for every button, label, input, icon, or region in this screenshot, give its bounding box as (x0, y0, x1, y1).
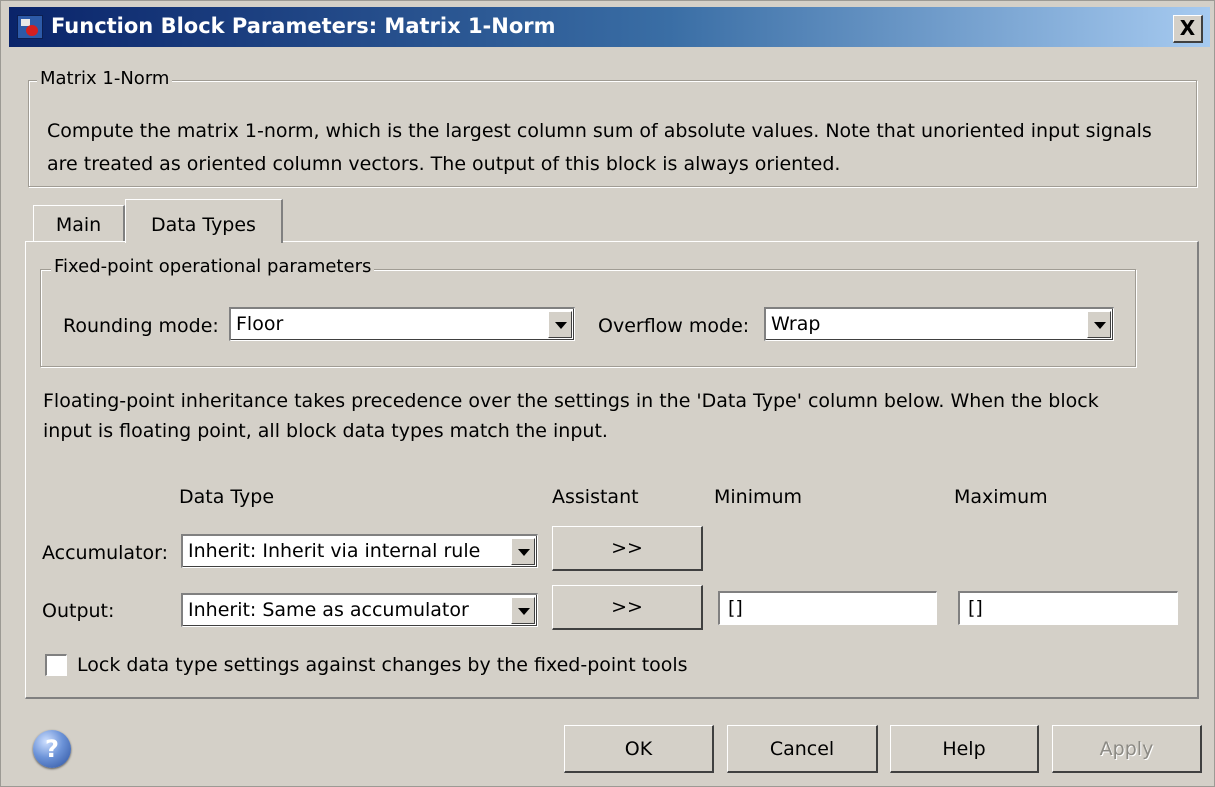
output-dropdown-arrow[interactable] (511, 597, 535, 624)
output-minimum-value: [] (728, 597, 743, 619)
rounding-mode-select[interactable]: Floor (229, 307, 575, 341)
simulink-app-icon (17, 15, 43, 39)
ok-button[interactable]: OK (564, 725, 714, 773)
accumulator-data-type-select[interactable]: Inherit: Inherit via internal rule (181, 534, 538, 568)
accumulator-label: Accumulator: (42, 542, 169, 564)
cancel-button[interactable]: Cancel (727, 725, 878, 773)
window-title: Function Block Parameters: Matrix 1-Norm (51, 14, 556, 38)
lock-data-type-label[interactable]: Lock data type settings against changes … (77, 654, 688, 676)
accumulator-assistant-button[interactable]: >> (552, 526, 703, 571)
overflow-mode-value: Wrap (771, 313, 821, 335)
output-maximum-input[interactable]: [] (958, 591, 1178, 625)
column-header-maximum: Maximum (954, 486, 1048, 508)
description-group-legend: Matrix 1-Norm (37, 68, 173, 89)
lock-data-type-checkbox[interactable] (45, 654, 67, 676)
chevron-down-icon (555, 322, 567, 329)
output-data-type-value: Inherit: Same as accumulator (188, 599, 469, 621)
dialog-window: Function Block Parameters: Matrix 1-Norm… (0, 0, 1215, 787)
rounding-mode-value: Floor (236, 313, 284, 335)
title-bar[interactable]: Function Block Parameters: Matrix 1-Norm (9, 7, 1210, 47)
apply-button[interactable]: Apply (1052, 725, 1202, 773)
column-header-assistant: Assistant (552, 486, 639, 508)
column-header-data-type: Data Type (179, 486, 275, 508)
rounding-mode-dropdown-arrow[interactable] (548, 311, 572, 338)
floating-point-note: Floating-point inheritance takes precede… (43, 390, 1099, 442)
overflow-mode-dropdown-arrow[interactable] (1087, 311, 1111, 338)
help-button[interactable]: Help (890, 725, 1039, 773)
rounding-mode-label: Rounding mode: (63, 315, 219, 337)
output-data-type-select[interactable]: Inherit: Same as accumulator (181, 593, 538, 627)
tab-data-types[interactable]: Data Types (125, 199, 283, 243)
accumulator-dropdown-arrow[interactable] (511, 538, 535, 565)
block-description: Compute the matrix 1-norm, which is the … (47, 120, 1152, 175)
column-header-minimum: Minimum (714, 486, 803, 508)
tab-main[interactable]: Main (33, 205, 125, 241)
output-minimum-input[interactable]: [] (718, 591, 937, 625)
fixed-point-group-legend: Fixed-point operational parameters (51, 256, 375, 277)
chevron-down-icon (1094, 322, 1106, 329)
output-assistant-button[interactable]: >> (552, 585, 703, 630)
chevron-down-icon (518, 549, 530, 556)
close-button[interactable]: X (1173, 15, 1203, 43)
chevron-down-icon (518, 608, 530, 615)
accumulator-data-type-value: Inherit: Inherit via internal rule (188, 540, 481, 562)
overflow-mode-label: Overflow mode: (598, 315, 750, 337)
help-icon[interactable]: ? (33, 730, 71, 768)
output-label: Output: (42, 600, 115, 622)
output-maximum-value: [] (968, 597, 983, 619)
overflow-mode-select[interactable]: Wrap (764, 307, 1114, 341)
